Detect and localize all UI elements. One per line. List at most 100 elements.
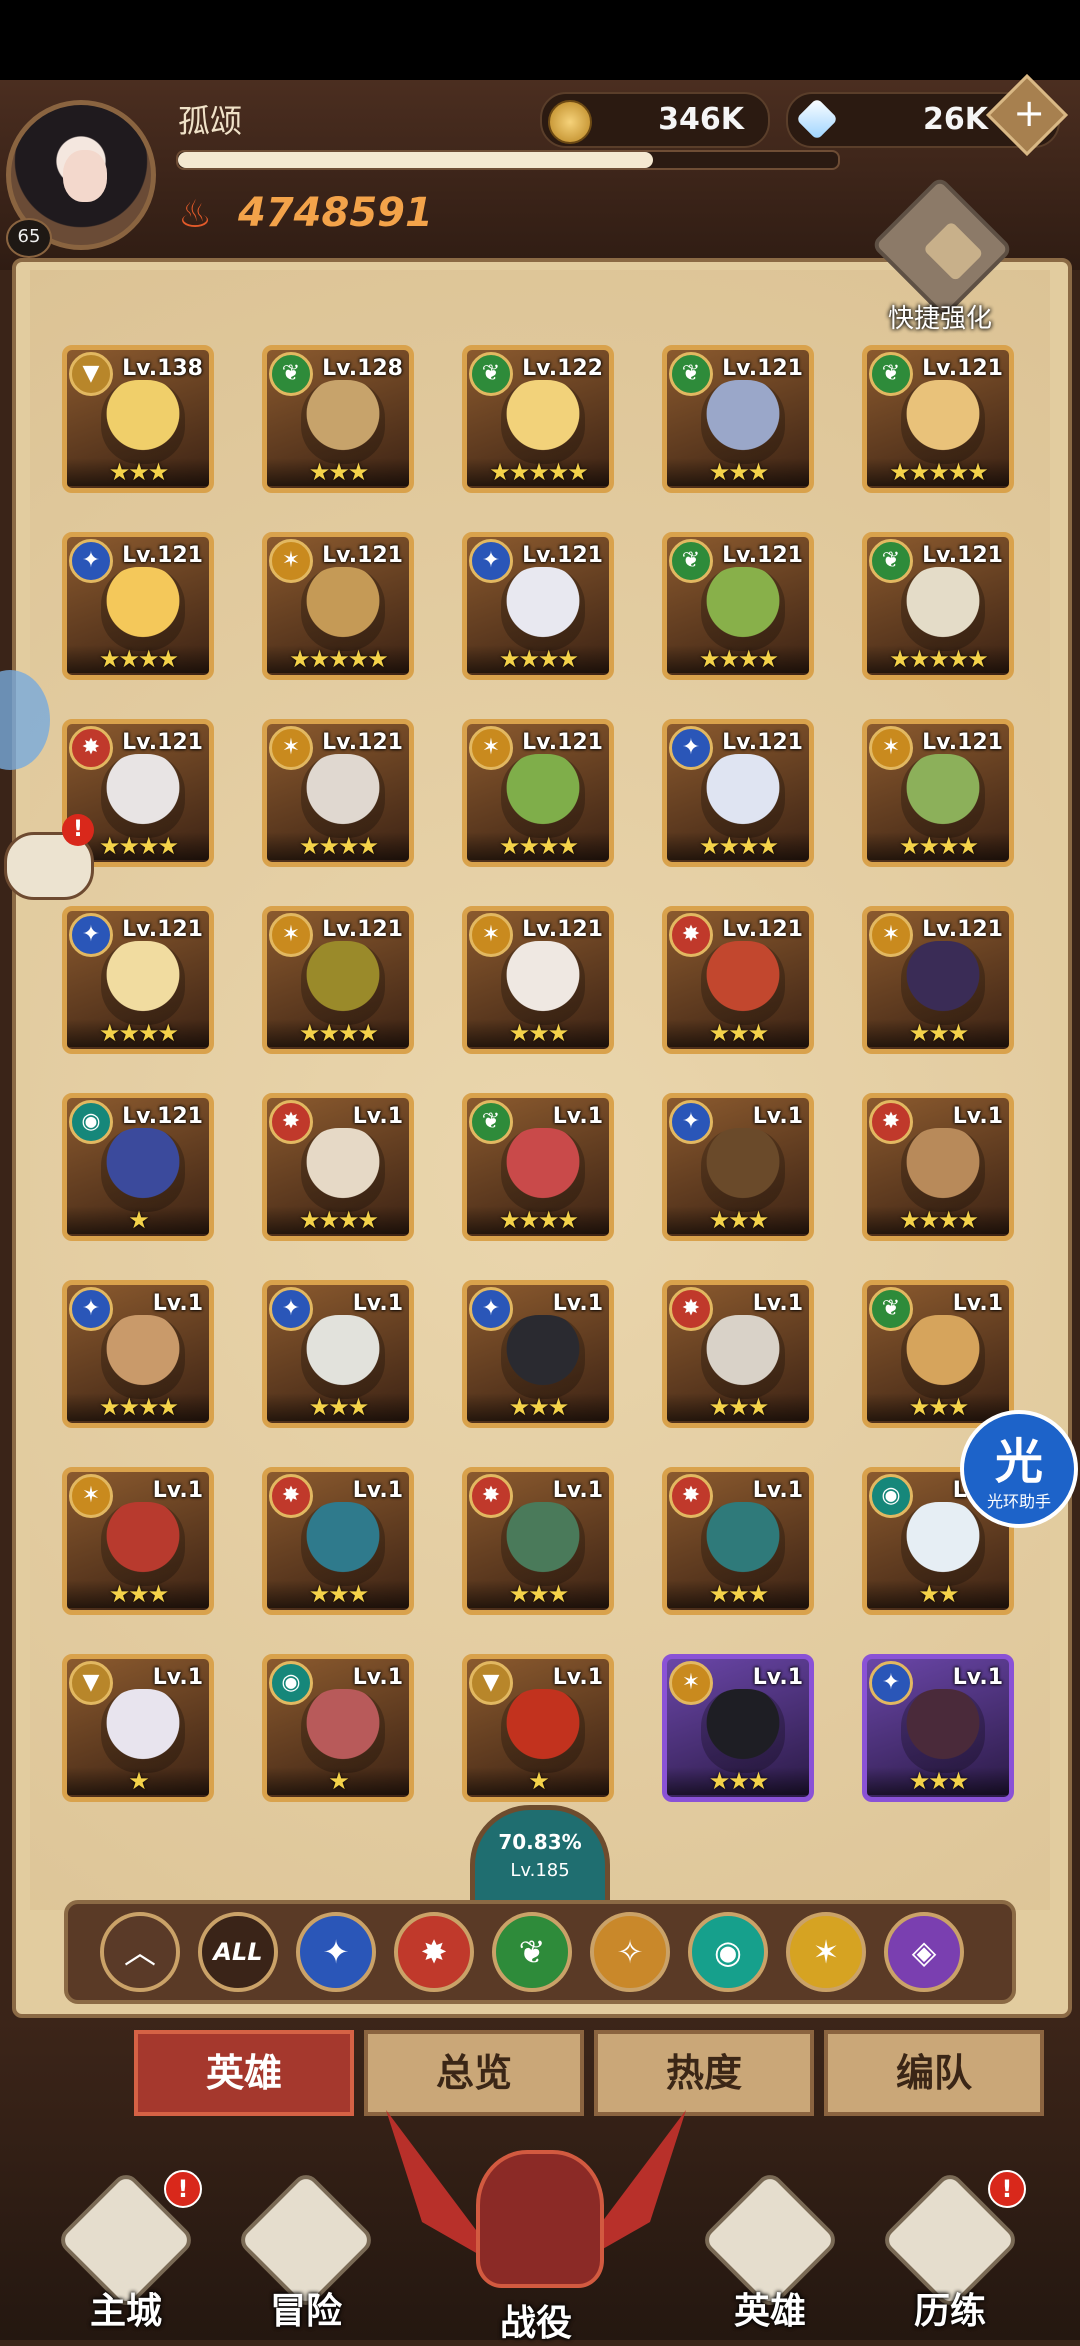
filter-celestial-button[interactable]: ✶ — [786, 1912, 866, 1992]
filter-wilder-button[interactable]: ❦ — [492, 1912, 572, 1992]
hero-card[interactable]: ✸ Lv.1 ★★★★ — [262, 1093, 414, 1241]
faction-icon: ✶ — [269, 726, 313, 770]
nav-item-3[interactable]: 英雄 — [690, 2169, 850, 2340]
assistant-label: 光环助手 — [986, 1492, 1051, 1511]
hero-card[interactable]: ✶ Lv.121 ★★★★★ — [262, 532, 414, 680]
faction-icon: ❦ — [669, 352, 713, 396]
hero-card[interactable]: ✦ Lv.1 ★★★★ — [62, 1280, 214, 1428]
filter-dimensional-button[interactable]: ◉ — [688, 1912, 768, 1992]
faction-icon: ▼ — [69, 1661, 113, 1705]
tab-3[interactable]: 编队 — [824, 2030, 1044, 2116]
nav-item-1[interactable]: 冒险 — [226, 2169, 386, 2340]
hero-card[interactable]: ✸ Lv.1 ★★★ — [662, 1280, 814, 1428]
progress-level: Lv.185 — [510, 1860, 570, 1881]
faction-icon: ✶ — [269, 539, 313, 583]
faction-icon: ◉ — [269, 1661, 313, 1705]
hero-stars: ★ — [267, 1767, 409, 1795]
faction-icon: ✸ — [669, 913, 713, 957]
hero-level: Lv.121 — [922, 917, 1003, 942]
hero-level: Lv.121 — [722, 730, 803, 755]
filter-all-button[interactable]: ALL — [198, 1912, 278, 1992]
hero-card[interactable]: ✶ Lv.121 ★★★★ — [262, 719, 414, 867]
hero-card[interactable]: ✶ Lv.121 ★★★★ — [862, 719, 1014, 867]
hero-stars: ★★★ — [467, 1393, 609, 1421]
hero-card[interactable]: ✦ Lv.1 ★★★ — [462, 1280, 614, 1428]
hero-card[interactable]: ◉ Lv.121 ★ — [62, 1093, 214, 1241]
hero-stars: ★★★ — [467, 1580, 609, 1608]
hero-portrait — [901, 1689, 985, 1773]
nav-alert-badge: ! — [988, 2170, 1026, 2208]
hero-card[interactable]: ❦ Lv.122 ★★★★★ — [462, 345, 614, 493]
hero-level: Lv.1 — [752, 1478, 803, 1503]
hero-stars: ★★★ — [267, 458, 409, 486]
hero-portrait — [301, 1502, 385, 1586]
hero-card[interactable]: ❦ Lv.121 ★★★★★ — [862, 345, 1014, 493]
filter-lightbearer-button[interactable]: ✦ — [296, 1912, 376, 1992]
hero-card[interactable]: ✸ Lv.121 ★★★ — [662, 906, 814, 1054]
quick-upgrade-button[interactable]: 快捷强化 — [870, 175, 1014, 338]
hero-level: Lv.1 — [552, 1291, 603, 1316]
hero-card[interactable]: ❦ Lv.1 ★★★ — [862, 1280, 1014, 1428]
hero-card[interactable]: ✸ Lv.1 ★★★ — [262, 1467, 414, 1615]
hero-card[interactable]: ✸ Lv.1 ★★★ — [662, 1467, 814, 1615]
hero-portrait — [701, 754, 785, 838]
hero-card[interactable]: ❦ Lv.128 ★★★ — [262, 345, 414, 493]
hero-card[interactable]: ◉ Lv.1 ★ — [262, 1654, 414, 1802]
hero-stars: ★★★ — [467, 1019, 609, 1047]
filter-hypogean-button[interactable]: ◈ — [884, 1912, 964, 1992]
faction-icon: ✶ — [69, 1474, 113, 1518]
hero-card[interactable]: ❦ Lv.121 ★★★★★ — [862, 532, 1014, 680]
hero-card[interactable]: ✦ Lv.121 ★★★★ — [62, 532, 214, 680]
hero-card[interactable]: ✶ Lv.1 ★★★ — [662, 1654, 814, 1802]
hero-level: Lv.122 — [522, 356, 603, 381]
hero-stars: ★★★ — [867, 1767, 1009, 1795]
filter-graveborn-button[interactable]: ✧ — [590, 1912, 670, 1992]
faction-icon: ✸ — [269, 1474, 313, 1518]
hero-card[interactable]: ✦ Lv.121 ★★★★ — [462, 532, 614, 680]
resonance-progress[interactable]: 70.83% Lv.185 — [470, 1805, 610, 1915]
hero-level: Lv.1 — [952, 1104, 1003, 1129]
hero-card[interactable]: ✦ Lv.1 ★★★ — [262, 1280, 414, 1428]
hero-card[interactable]: ✸ Lv.1 ★★★ — [462, 1467, 614, 1615]
hero-card[interactable]: ▼ Lv.1 ★ — [62, 1654, 214, 1802]
hero-level: Lv.121 — [122, 917, 203, 942]
hero-stars: ★★★★ — [67, 1019, 209, 1047]
faction-icon: ✶ — [469, 726, 513, 770]
hero-card[interactable]: ✦ Lv.121 ★★★★ — [62, 906, 214, 1054]
hero-card[interactable]: ✸ Lv.1 ★★★★ — [862, 1093, 1014, 1241]
faction-icon: ✸ — [269, 1100, 313, 1144]
hero-portrait — [701, 941, 785, 1025]
hero-card[interactable]: ✦ Lv.121 ★★★★ — [662, 719, 814, 867]
hero-stars: ★★★★ — [667, 645, 809, 673]
hero-level: Lv.121 — [722, 356, 803, 381]
faction-icon: ◉ — [869, 1474, 913, 1518]
hero-card[interactable]: ✶ Lv.121 ★★★★ — [462, 719, 614, 867]
assistant-button[interactable]: 光 光环助手 — [960, 1410, 1078, 1528]
hero-card[interactable]: ✦ Lv.1 ★★★ — [862, 1654, 1014, 1802]
hero-level: Lv.1 — [352, 1665, 403, 1690]
gold-counter[interactable]: 346K — [540, 92, 770, 148]
campaign-nav-button[interactable]: 战役 — [386, 2090, 686, 2344]
quick-upgrade-label: 快捷强化 — [887, 304, 992, 334]
hero-card[interactable]: ❦ Lv.1 ★★★★ — [462, 1093, 614, 1241]
hero-card[interactable]: ✶ Lv.1 ★★★ — [62, 1467, 214, 1615]
hero-level: Lv.121 — [122, 543, 203, 568]
tab-0[interactable]: 英雄 — [134, 2030, 354, 2116]
hero-card[interactable]: ✶ Lv.121 ★★★ — [462, 906, 614, 1054]
hero-portrait — [101, 754, 185, 838]
nav-item-0[interactable]: 主城! — [46, 2169, 206, 2340]
hero-card[interactable]: ✶ Lv.121 ★★★ — [862, 906, 1014, 1054]
chat-alert-badge: ! — [62, 814, 94, 846]
hero-card[interactable]: ▼ Lv.1 ★ — [462, 1654, 614, 1802]
nav-item-4[interactable]: 历练! — [870, 2169, 1030, 2340]
filter-collapse-button[interactable]: ︿ — [100, 1912, 180, 1992]
hero-card[interactable]: ✶ Lv.121 ★★★★ — [262, 906, 414, 1054]
hero-card[interactable]: ▼ Lv.138 ★★★ — [62, 345, 214, 493]
hero-card[interactable]: ❦ Lv.121 ★★★★ — [662, 532, 814, 680]
hero-card[interactable]: ❦ Lv.121 ★★★ — [662, 345, 814, 493]
filter-mauler-button[interactable]: ✸ — [394, 1912, 474, 1992]
hero-stars: ★★★ — [867, 1019, 1009, 1047]
gold-coin-icon — [548, 100, 592, 144]
hero-card[interactable]: ✦ Lv.1 ★★★ — [662, 1093, 814, 1241]
hero-stars: ★★★ — [267, 1393, 409, 1421]
